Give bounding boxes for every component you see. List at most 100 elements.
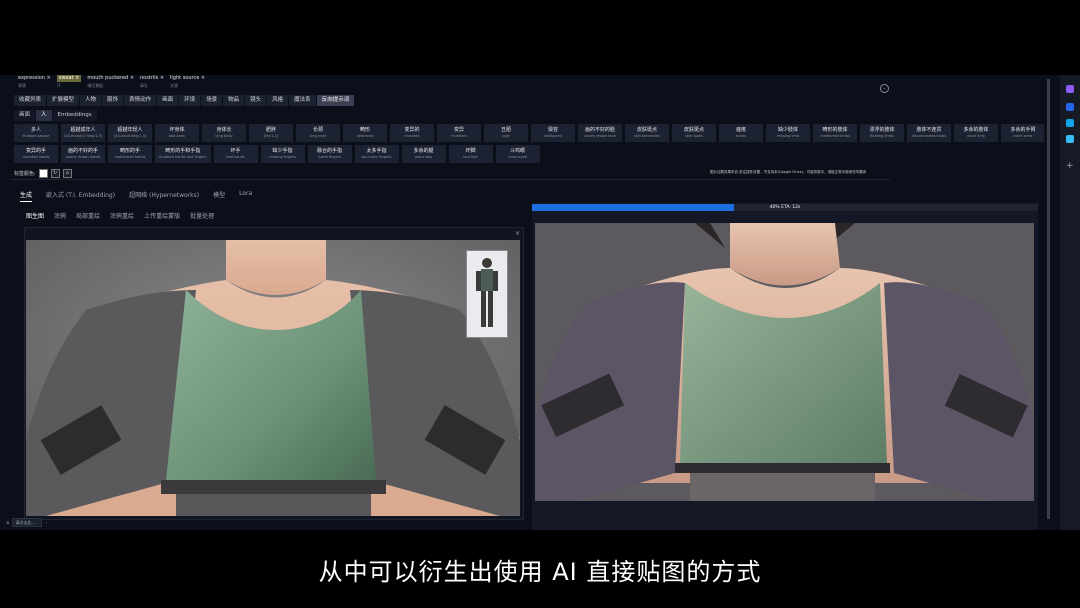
negative-tag-cn: 多余的手臂 bbox=[1010, 127, 1036, 133]
negative-tag-button[interactable]: 多余的腿 extra legs bbox=[401, 145, 446, 163]
tab-category-12[interactable]: 反向提示词 bbox=[316, 95, 355, 106]
negative-tag-button[interactable]: 毁容 disfigured bbox=[531, 124, 575, 142]
negative-tag-button[interactable]: 坏脚 bad feet bbox=[448, 145, 493, 163]
tab-img2img-2[interactable]: 局部重绘 bbox=[76, 211, 100, 220]
tab-subcategory-0[interactable]: 画面 bbox=[14, 110, 36, 121]
tab-category-6[interactable]: 环境 bbox=[179, 95, 201, 106]
tab-category-10[interactable]: 风格 bbox=[267, 95, 289, 106]
prompt-tag[interactable]: sweat × 汗 bbox=[56, 75, 82, 89]
negative-tag-button[interactable]: 多余的肢体 extra limb bbox=[954, 124, 998, 142]
tab-img2img-5[interactable]: 批量处理 bbox=[190, 211, 214, 220]
prompt-tag[interactable]: mouth puckered × 嘴巴撅起 bbox=[87, 75, 134, 89]
negative-tag-cn: 肥胖 bbox=[265, 127, 276, 133]
video-subtitle: 从中可以衍生出使用 AI 直接贴图的方式 bbox=[318, 558, 762, 586]
negative-tag-button[interactable]: 坏身体 bad body bbox=[155, 124, 199, 142]
negative-tag-button[interactable]: 多余的手臂 extra arms bbox=[1001, 124, 1045, 142]
reset-icon[interactable]: ↻ bbox=[50, 169, 60, 178]
tab-category-1[interactable]: 扩展模型 bbox=[47, 95, 80, 106]
input-image-panel: × bbox=[24, 227, 524, 520]
close-icon[interactable]: × bbox=[515, 230, 520, 237]
negative-tag-cn: 痤疮 bbox=[735, 127, 746, 133]
negative-tag-button[interactable]: 画的不好的脸 poorly drawn face bbox=[578, 124, 622, 142]
negative-tag-button[interactable]: 变异 mutation bbox=[437, 124, 481, 142]
prompt-tag[interactable]: light source × 光源 bbox=[170, 75, 205, 89]
tab-img2img-0[interactable]: 图生图 bbox=[26, 211, 44, 220]
output-image[interactable] bbox=[535, 223, 1034, 501]
negative-tag-button[interactable]: 畸形的肢体 malformed limbs bbox=[813, 124, 857, 142]
tab-main-2[interactable]: 超网络 (Hypernetworks) bbox=[129, 190, 199, 202]
negative-tag-en: cross-eyed bbox=[508, 155, 527, 159]
prompt-tag[interactable]: nostrils × 鼻孔 bbox=[140, 75, 164, 89]
page-scrollbar[interactable] bbox=[1044, 75, 1054, 530]
negative-tag-button[interactable]: 缺少肢体 missing limb bbox=[766, 124, 810, 142]
negative-tag-button[interactable]: 坏手 bad hands bbox=[213, 145, 258, 163]
negative-tag-en: floating limbs bbox=[870, 134, 894, 138]
tab-main-1[interactable]: 嵌入式 (T.I. Embedding) bbox=[46, 190, 115, 202]
settings-icon[interactable]: ⊗ bbox=[6, 520, 9, 525]
negative-tag-button[interactable]: 融合的手指 fused fingers bbox=[307, 145, 352, 163]
tab-category-3[interactable]: 服饰 bbox=[102, 95, 124, 106]
negative-tag-button[interactable]: 皮肤斑点 skin blemishes bbox=[625, 124, 669, 142]
tab-main-3[interactable]: 模型 bbox=[213, 190, 225, 202]
negative-tag-en: poorly drawn hands bbox=[65, 155, 101, 159]
negative-tag-en: acnes bbox=[735, 134, 747, 138]
negative-tag-button[interactable]: 皮肤斑点 skin spots bbox=[672, 124, 716, 142]
tab-img2img-4[interactable]: 上传重绘蒙版 bbox=[144, 211, 180, 220]
outlook-icon[interactable] bbox=[1066, 119, 1074, 127]
bottom-input[interactable]: 请点击此... bbox=[12, 518, 43, 527]
negative-tag-button[interactable]: 缺少手指 missing fingers bbox=[260, 145, 305, 163]
negative-tag-button[interactable]: 太多手指 too many fingers bbox=[354, 145, 399, 163]
negative-tag-en: missing fingers bbox=[269, 155, 296, 159]
negative-tag-button[interactable]: 超越年轻人 (AS-Adult Neg:1.3) bbox=[108, 124, 152, 142]
tab-category-9[interactable]: 镜头 bbox=[245, 95, 267, 106]
negative-tag-en: skin blemishes bbox=[634, 134, 660, 138]
negative-tag-cn: 肢体不连贯 bbox=[916, 127, 942, 133]
negative-tag-button[interactable]: 丑陋 ugly bbox=[484, 124, 528, 142]
send-icon[interactable] bbox=[1066, 135, 1074, 143]
tab-category-2[interactable]: 人物 bbox=[80, 95, 102, 106]
prompt-tag-cn: 嘴巴撅起 bbox=[87, 83, 104, 88]
tab-subcategory-2[interactable]: Embeddings bbox=[52, 110, 97, 121]
add-icon[interactable]: + bbox=[1066, 161, 1074, 171]
negative-tag-button[interactable]: 多人 Multiple people bbox=[14, 124, 58, 142]
negative-tag-en: extra legs bbox=[414, 155, 433, 159]
tab-main-0[interactable]: 生成 bbox=[20, 190, 33, 202]
negative-tag-button[interactable]: 身体长 long body bbox=[202, 124, 246, 142]
tab-category-5[interactable]: 画面 bbox=[157, 95, 179, 106]
tab-category-7[interactable]: 场景 bbox=[201, 95, 223, 106]
tab-main-4[interactable]: Lora bbox=[239, 190, 252, 202]
negative-tag-button[interactable]: 畸形 deformed bbox=[343, 124, 387, 142]
tab-subcategory-1[interactable]: 人 bbox=[36, 110, 52, 121]
negative-tag-button[interactable]: 肢体不连贯 disconnected limbs bbox=[907, 124, 951, 142]
negative-tag-button[interactable]: 变异的 mutated bbox=[390, 124, 434, 142]
tab-category-8[interactable]: 物品 bbox=[223, 95, 245, 106]
negative-tag-cn: 变异 bbox=[453, 127, 464, 133]
negative-tag-button[interactable]: 痤疮 acnes bbox=[719, 124, 763, 142]
negative-tag-button[interactable]: 畸形的手 malformed hands bbox=[108, 145, 152, 163]
expand-icon[interactable]: ⌄ bbox=[880, 84, 889, 93]
negative-tag-button[interactable]: 超越成年人 (AS-YoungV2 Neg:1.3) bbox=[61, 124, 105, 142]
scroll-thumb[interactable] bbox=[1047, 79, 1050, 519]
tab-category-4[interactable]: 表情动作 bbox=[124, 95, 157, 106]
app-icon[interactable] bbox=[1066, 85, 1074, 93]
tab-category-0[interactable]: 收藏列表 bbox=[14, 95, 47, 106]
negative-tag-button[interactable]: 画的不好的手 poorly drawn hands bbox=[61, 145, 105, 163]
color-white-swatch[interactable] bbox=[38, 169, 48, 178]
reference-thumbnail[interactable] bbox=[466, 250, 508, 338]
tab-img2img-1[interactable]: 涂鸦 bbox=[54, 211, 66, 220]
negative-tag-button[interactable]: 漂浮的肢体 floating limbs bbox=[860, 124, 904, 142]
input-image[interactable] bbox=[26, 240, 520, 516]
tab-img2img-3[interactable]: 涂鸦重绘 bbox=[110, 211, 134, 220]
shield-icon[interactable] bbox=[1066, 103, 1074, 111]
negative-tag-button[interactable]: 斗鸡眼 cross-eyed bbox=[495, 145, 540, 163]
negative-tag-button[interactable]: 肥胖 (fat:1.2) bbox=[249, 124, 293, 142]
negative-tag-cn: 缺少肢体 bbox=[777, 127, 798, 133]
prompt-tag[interactable]: expression × 表情 bbox=[18, 75, 51, 89]
negative-tag-en: poorly drawn face bbox=[584, 134, 616, 138]
negative-tag-button[interactable]: 长颈 long neck bbox=[296, 124, 340, 142]
chevron-left-icon[interactable]: ‹ bbox=[45, 520, 47, 525]
lock-icon[interactable]: ⌂ bbox=[62, 169, 72, 178]
negative-tag-button[interactable]: 畸形的手和手指 mutated hands and fingers bbox=[155, 145, 211, 163]
tab-category-11[interactable]: 魔法系 bbox=[289, 95, 316, 106]
negative-tag-button[interactable]: 变异的手 mutated hands bbox=[14, 145, 58, 163]
